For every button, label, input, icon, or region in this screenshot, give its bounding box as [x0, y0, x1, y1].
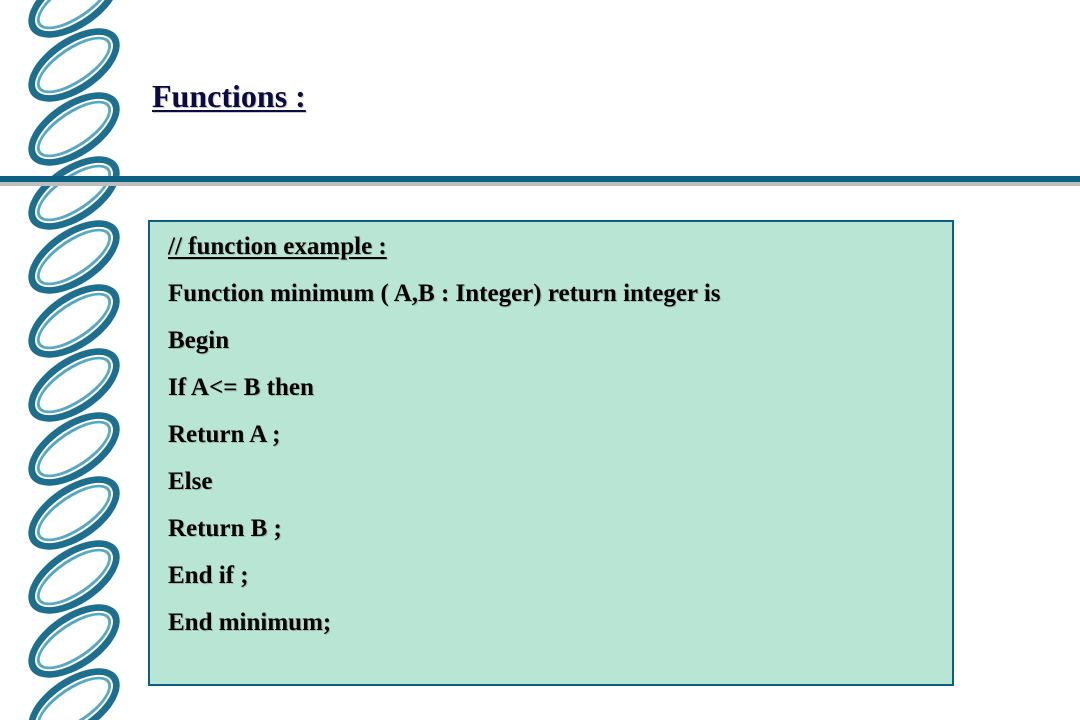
code-line: End if ;: [168, 563, 934, 588]
code-line: // function example :: [168, 234, 934, 259]
separator-line: [0, 176, 1080, 186]
code-box: // function example : Function minimum (…: [148, 220, 954, 686]
slide: Functions : // function example : Functi…: [0, 0, 1080, 720]
code-line: Begin: [168, 328, 934, 353]
code-line: End minimum;: [168, 610, 934, 635]
code-line: Else: [168, 469, 934, 494]
spiral-binding: [22, 0, 132, 720]
code-line: Return B ;: [168, 516, 934, 541]
code-line: If A<= B then: [168, 375, 934, 400]
code-line: Function minimum ( A,B : Integer) return…: [168, 281, 934, 306]
slide-title: Functions :: [152, 78, 306, 115]
code-line: Return A ;: [168, 422, 934, 447]
